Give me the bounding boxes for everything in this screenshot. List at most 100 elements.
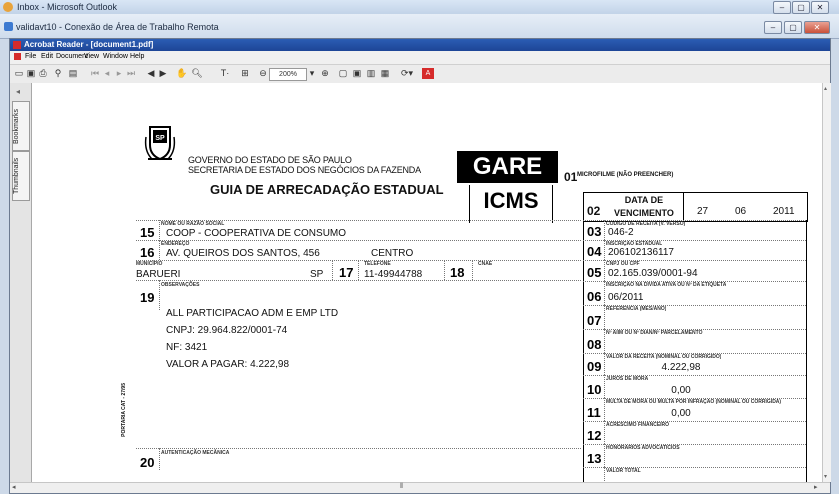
right-field-separator <box>604 375 605 398</box>
document-view[interactable]: SP GOVERNO DO ESTADO DE SÃO PAULO SECRET… <box>32 83 822 482</box>
forward-icon[interactable]: ▶ <box>158 68 168 79</box>
fit-page-icon[interactable]: ▣ <box>352 68 362 79</box>
telefone-value: 11-49944788 <box>364 269 423 280</box>
cnae-label: CNAE <box>478 261 493 267</box>
menu-help[interactable]: Help <box>130 53 144 60</box>
menu-view[interactable]: View <box>84 53 99 60</box>
first-page-icon[interactable]: ⏮ <box>90 68 100 79</box>
rdp-maximize-button[interactable]: ▢ <box>784 21 802 34</box>
gov-header: GOVERNO DO ESTADO DE SÃO PAULO SECRETARI… <box>188 155 421 175</box>
microfilme-label: MICROFILME (NÃO PREENCHER) <box>577 172 674 178</box>
actual-size-icon[interactable]: ▢ <box>338 68 348 79</box>
scroll-up-icon[interactable]: ▴ <box>824 85 827 92</box>
rdp-close-button[interactable]: ✕ <box>804 21 830 34</box>
zoom-tool-icon[interactable]: 🔍︎ <box>190 68 204 79</box>
horizontal-scrollbar[interactable]: ◂ ⦀ ▸ <box>10 482 830 493</box>
gov-line-2: SECRETARIA DE ESTADO DOS NEGÓCIOS DA FAZ… <box>188 165 421 175</box>
field-06-value: 06/2011 <box>608 292 644 303</box>
scroll-down-icon[interactable]: ▾ <box>824 473 827 480</box>
field-17-number: 17 <box>339 265 354 280</box>
outlook-maximize-button[interactable]: ▢ <box>792 1 810 14</box>
municipio-value: BARUERI <box>136 269 181 280</box>
field-05-value: 02.165.039/0001-94 <box>608 268 698 279</box>
scroll-right-icon[interactable]: ▸ <box>814 483 818 491</box>
find-icon[interactable]: ⚲ <box>52 68 64 79</box>
text-select-icon[interactable]: T· <box>214 68 236 79</box>
right-field-separator <box>604 467 605 482</box>
scroll-thumb[interactable]: ⦀ <box>400 483 403 491</box>
field-11-value: 0,00 <box>671 408 691 419</box>
last-page-icon[interactable]: ⏭ <box>126 68 136 79</box>
toolbar: ▭ ▣ ⎙ ⚲ ▤ ⏮ ◂ ▸ ⏭ ◀ ▶ ✋ 🔍︎ T· ⊞ ⊖ 200% ▾… <box>10 64 830 84</box>
observacoes-label: OBSERVAÇÕES <box>161 282 200 288</box>
tab-thumbnails[interactable]: Thumbnails <box>12 151 30 201</box>
right-field-separator <box>604 444 605 467</box>
adobe-logo-icon[interactable]: A <box>422 68 434 79</box>
vertical-scrollbar[interactable]: ▴ ▾ <box>822 83 831 482</box>
field-13-label: HONORÁRIOS ADVOCATÍCIOS <box>606 445 680 451</box>
field-06-number: 06 <box>587 289 602 304</box>
tab-bookmarks[interactable]: Bookmarks <box>12 101 30 151</box>
rdp-title-bar: validavt10 - Conexão de Área de Trabalho… <box>0 14 839 39</box>
divider <box>683 192 684 220</box>
outlook-close-button[interactable]: ✕ <box>811 1 829 14</box>
outlook-minimize-button[interactable]: – <box>773 1 791 14</box>
telefone-label: TELEFONE <box>364 261 391 267</box>
municipio-label: MUNICÍPIO <box>136 261 163 267</box>
menu-window[interactable]: Window <box>103 53 128 60</box>
back-icon[interactable]: ◀ <box>146 68 156 79</box>
field-01-number: 01 <box>564 170 578 184</box>
zoom-in-icon[interactable]: ⊕ <box>320 68 330 79</box>
acrobat-title-bar: Acrobat Reader - [document1.pdf] <box>10 39 830 51</box>
right-field-separator <box>604 260 605 281</box>
razao-label: NOME OU RAZÃO SOCIAL <box>161 221 225 227</box>
menu-bar: File Edit Document View Window Help <box>10 51 830 63</box>
right-field-separator <box>604 220 605 240</box>
vencimento-year: 2011 <box>773 206 795 217</box>
acrobat-title: Acrobat Reader - [document1.pdf] <box>24 40 154 49</box>
guia-title: GUIA DE ARRECADAÇÃO ESTADUAL <box>210 182 444 197</box>
right-field-separator <box>604 329 605 353</box>
save-icon[interactable]: ▣ <box>26 68 36 79</box>
obs-line-2: CNPJ: 29.964.822/0001-74 <box>166 325 288 336</box>
field-10-value: 0,00 <box>671 385 691 396</box>
obs-line-1: ALL PARTICIPACAO ADM E EMP LTD <box>166 308 339 319</box>
observacoes-text: ALL PARTICIPACAO ADM E EMP LTD CNPJ: 29.… <box>166 305 338 373</box>
right-field-separator <box>604 305 605 329</box>
rdp-minimize-button[interactable]: – <box>764 21 782 34</box>
outlook-icon <box>3 2 13 12</box>
next-page-icon[interactable]: ▸ <box>114 68 124 79</box>
field-05-number: 05 <box>587 265 602 280</box>
doc-icon <box>14 53 21 60</box>
print-icon[interactable]: ⎙ <box>38 68 48 79</box>
hand-tool-icon[interactable]: ✋ <box>176 68 188 79</box>
endereco-label: ENDEREÇO <box>161 241 190 247</box>
uf-value: SP <box>310 269 324 280</box>
scroll-left-icon[interactable]: ◂ <box>12 483 16 491</box>
vencimento-month: 06 <box>735 206 747 217</box>
icms-box: ICMS <box>469 185 553 223</box>
open-icon[interactable]: ▭ <box>14 68 24 79</box>
field-12-number: 12 <box>587 428 602 443</box>
fit-width-icon[interactable]: ▥ <box>366 68 376 79</box>
field-08-number: 08 <box>587 337 602 352</box>
field-15-number: 15 <box>140 225 155 240</box>
coat-of-arms-logo: SP <box>144 123 176 163</box>
column-select-icon[interactable]: ⊞ <box>238 68 252 79</box>
vencimento-label: DATA DE VENCIMENTO <box>614 194 674 220</box>
prev-page-icon[interactable]: ◂ <box>102 68 112 79</box>
autenticacao-label: AUTENTICAÇÃO MECÂNICA <box>161 450 230 456</box>
zoom-dropdown-icon[interactable]: ▾ <box>308 68 316 79</box>
zoom-level-field[interactable]: 200% <box>269 68 307 81</box>
rotate-icon[interactable]: ⟳▾ <box>398 68 416 79</box>
acrobat-window: Acrobat Reader - [document1.pdf] File Ed… <box>9 38 831 494</box>
obs-line-3: NF: 3421 <box>166 342 208 353</box>
fit-visible-icon[interactable]: ▦ <box>380 68 390 79</box>
pane-collapse-icon[interactable]: ◂ <box>16 87 20 96</box>
page-setup-icon[interactable]: ▤ <box>68 68 78 79</box>
menu-edit[interactable]: Edit <box>41 53 53 60</box>
field-12-label: ACRÉSCIMO FINANCEIRO <box>606 422 670 428</box>
menu-file[interactable]: File <box>25 53 36 60</box>
zoom-out-icon[interactable]: ⊖ <box>258 68 268 79</box>
right-field-separator <box>604 281 605 305</box>
